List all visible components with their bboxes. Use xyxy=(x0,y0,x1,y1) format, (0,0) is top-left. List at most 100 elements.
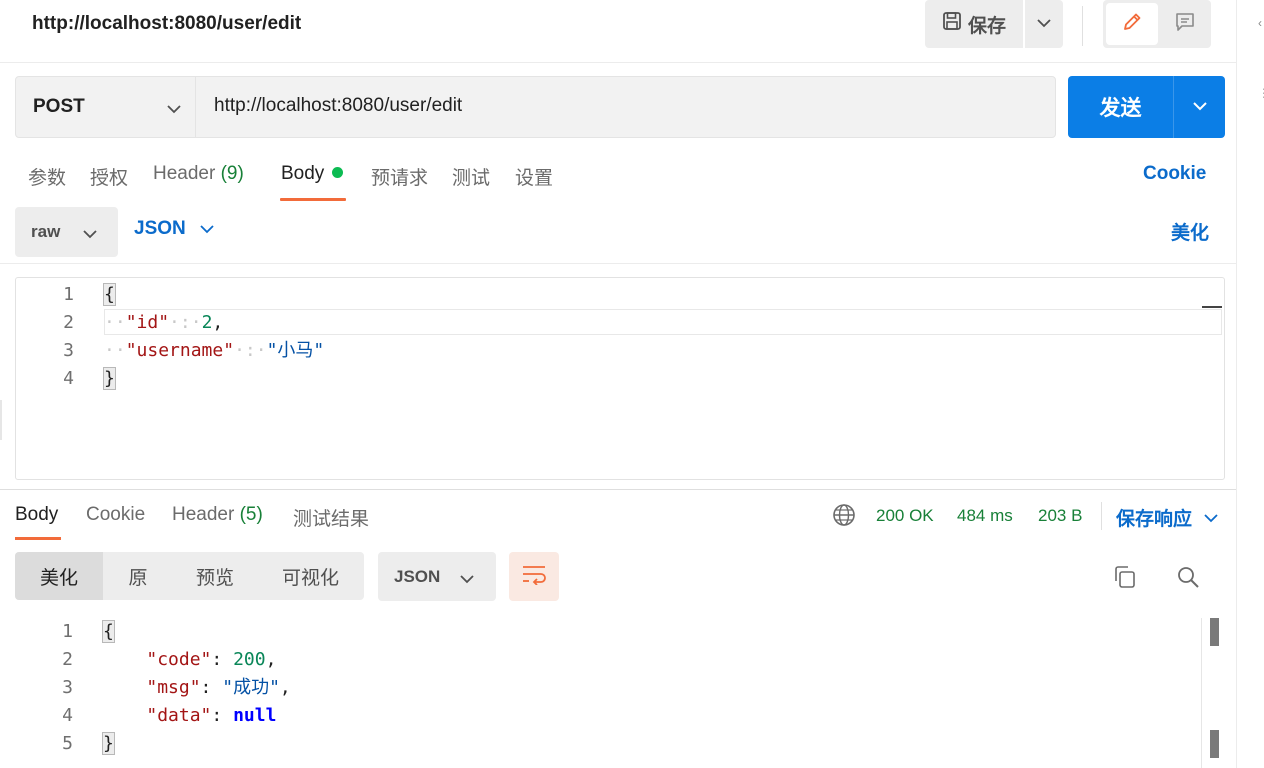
edit-mode-button[interactable] xyxy=(1106,3,1158,45)
tab-settings[interactable]: 设置 xyxy=(515,163,553,190)
body-indicator-dot xyxy=(332,167,344,178)
tab-auth[interactable]: 授权 xyxy=(90,163,128,190)
json-comma: , xyxy=(212,312,224,333)
body-format-select[interactable]: JSON xyxy=(134,218,214,240)
scrollbar-thumb[interactable] xyxy=(1210,730,1219,758)
comment-mode-button[interactable] xyxy=(1159,3,1211,45)
response-divider[interactable] xyxy=(0,489,1236,490)
line-number: 4 xyxy=(63,368,74,389)
tab-params[interactable]: 参数 xyxy=(28,163,66,190)
whitespace-marker: ·· xyxy=(104,340,126,361)
line-number: 2 xyxy=(63,312,74,333)
save-label: 保存 xyxy=(967,15,1006,37)
send-group: 发送 xyxy=(1068,76,1225,138)
save-button[interactable]: 保存 xyxy=(925,0,1023,48)
json-number: 2 xyxy=(201,312,213,333)
method-select[interactable]: POST xyxy=(16,77,196,137)
mode-switch xyxy=(1103,0,1211,48)
request-header: http://localhost:8080/user/edit 保存 xyxy=(0,0,1236,50)
code-line: 3 "msg": "成功", xyxy=(15,674,1205,702)
comment-icon xyxy=(1174,11,1196,38)
resp-tab-test-results[interactable]: 测试结果 xyxy=(293,504,369,531)
json-colon: : xyxy=(211,705,234,726)
code-line: 5 } xyxy=(15,730,1205,758)
tab-prerequest[interactable]: 预请求 xyxy=(371,163,428,190)
code-brace: } xyxy=(102,732,115,755)
send-button[interactable]: 发送 xyxy=(1068,76,1173,138)
code-line: 1 { xyxy=(15,618,1205,646)
line-number: 3 xyxy=(62,677,73,698)
pencil-icon xyxy=(1121,11,1143,38)
tab-header[interactable]: Header (9) xyxy=(153,163,244,185)
json-comma: , xyxy=(279,677,291,698)
line-number: 5 xyxy=(62,733,73,754)
response-format-select[interactable]: JSON xyxy=(378,552,496,601)
status-code[interactable]: 200 OK xyxy=(876,506,934,526)
tab-header-count: (9) xyxy=(220,163,244,184)
rail-menu-marker[interactable]: ⋮ xyxy=(1258,86,1264,100)
code-brace: { xyxy=(102,620,115,643)
line-number: 1 xyxy=(62,621,73,642)
tab-header-label: Header xyxy=(153,163,216,184)
whitespace-marker: ·:· xyxy=(169,312,202,333)
resp-tab-body[interactable]: Body xyxy=(15,504,58,526)
tab-body[interactable]: Body xyxy=(281,163,344,185)
url-bar: POST http://localhost:8080/user/edit xyxy=(15,76,1056,138)
status-divider xyxy=(1101,502,1102,530)
request-title[interactable]: http://localhost:8080/user/edit xyxy=(32,13,301,35)
code-line: 1 { xyxy=(16,281,1224,309)
view-pretty-button[interactable]: 美化 xyxy=(15,552,103,600)
active-tab-indicator xyxy=(15,537,61,540)
json-key: "id" xyxy=(125,312,170,333)
response-time[interactable]: 484 ms xyxy=(957,506,1013,526)
send-dropdown-button[interactable] xyxy=(1174,76,1225,138)
json-string: "成功" xyxy=(222,677,280,698)
code-line: 4 "data": null xyxy=(15,702,1205,730)
json-null: null xyxy=(233,705,277,726)
beautify-button[interactable]: 美化 xyxy=(1171,218,1209,245)
scrollbar-thumb[interactable] xyxy=(1210,618,1219,646)
view-raw-button[interactable]: 原 xyxy=(103,552,173,600)
resp-tab-header-label: Header xyxy=(172,504,235,525)
code-brace: } xyxy=(103,367,116,390)
json-key: "username" xyxy=(125,340,235,361)
view-visualize-button[interactable]: 可视化 xyxy=(257,552,364,600)
code-line: 2 ··"id"·:·2, xyxy=(16,309,1224,337)
request-tabs: 参数 授权 Header (9) Body 预请求 测试 设置 Cookie xyxy=(0,160,1236,204)
save-response-button[interactable]: 保存响应 xyxy=(1116,504,1218,531)
line-number: 1 xyxy=(63,284,74,305)
save-group: 保存 xyxy=(925,0,1063,48)
resp-tab-cookie[interactable]: Cookie xyxy=(86,504,145,526)
rail-marker: ‹ xyxy=(1258,16,1262,30)
request-body-editor[interactable]: 1 { 2 ··"id"·:·2, 3 ··"username"·:·"小马" … xyxy=(15,277,1225,480)
response-body-viewer[interactable]: 1 { 2 "code": 200, 3 "msg": "成功", 4 "dat… xyxy=(0,618,1222,768)
body-mode-select[interactable]: raw xyxy=(15,207,118,257)
header-divider xyxy=(0,62,1236,63)
active-tab-indicator xyxy=(280,198,346,201)
json-colon: : xyxy=(200,677,223,698)
tab-tests[interactable]: 测试 xyxy=(452,163,490,190)
tab-body-label: Body xyxy=(281,163,325,184)
save-response-label: 保存响应 xyxy=(1116,509,1193,530)
view-preview-button[interactable]: 预览 xyxy=(173,552,257,600)
save-dropdown-button[interactable] xyxy=(1025,0,1063,48)
copy-icon[interactable] xyxy=(1112,564,1138,595)
globe-icon[interactable] xyxy=(832,503,856,532)
toolbar-divider xyxy=(1082,6,1083,46)
json-colon: : xyxy=(211,649,234,670)
cookie-link[interactable]: Cookie xyxy=(1143,163,1206,185)
response-tabs: Body Cookie Header (5) 测试结果 200 OK 484 m… xyxy=(0,502,1236,542)
line-number: 3 xyxy=(63,340,74,361)
json-key: "msg" xyxy=(146,677,201,698)
json-key: "data" xyxy=(146,705,212,726)
code-line: 3 ··"username"·:·"小马" xyxy=(16,337,1224,365)
search-icon[interactable] xyxy=(1176,565,1200,594)
resp-tab-header[interactable]: Header (5) xyxy=(172,504,263,526)
url-input[interactable]: http://localhost:8080/user/edit xyxy=(214,95,462,117)
response-format-label: JSON xyxy=(394,566,441,586)
body-toolbar-divider xyxy=(0,263,1236,264)
response-size[interactable]: 203 B xyxy=(1038,506,1082,526)
chevron-down-icon xyxy=(167,98,181,120)
line-number: 4 xyxy=(62,705,73,726)
wrap-lines-button[interactable] xyxy=(509,552,559,601)
